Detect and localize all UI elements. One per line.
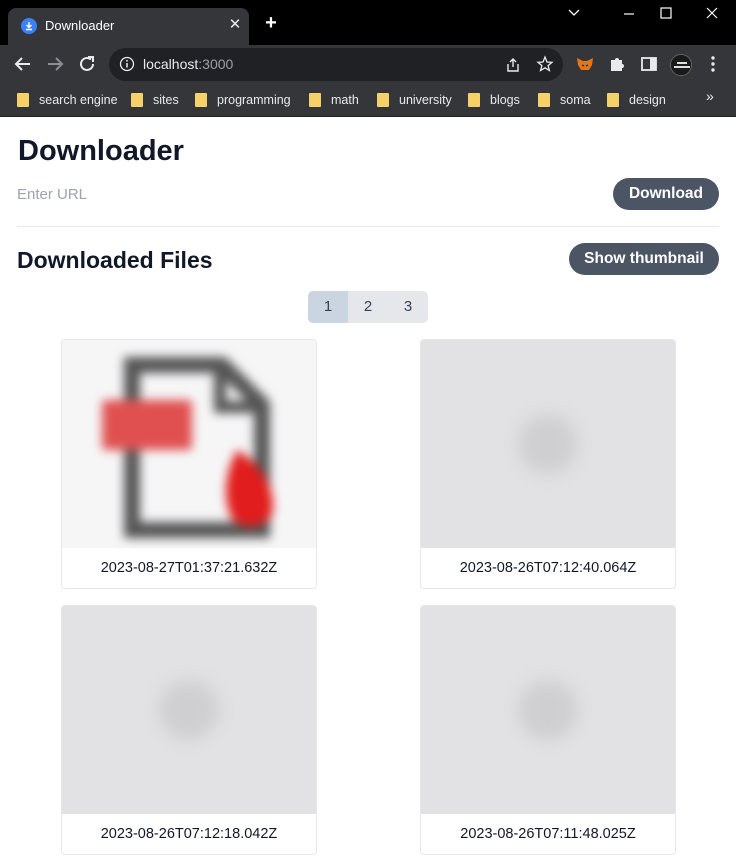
back-arrow-icon[interactable] bbox=[12, 53, 34, 75]
bookmark-folder-search-engine[interactable]: search engine bbox=[17, 91, 118, 109]
bookmark-star-icon[interactable] bbox=[536, 55, 554, 78]
tab-title: Downloader bbox=[45, 18, 115, 33]
bookmark-folder-math[interactable]: math bbox=[309, 91, 359, 109]
bookmark-folder-design[interactable]: design bbox=[607, 91, 666, 109]
bookmark-folder-programming[interactable]: programming bbox=[195, 91, 291, 109]
download-favicon-icon bbox=[21, 18, 37, 34]
reload-icon[interactable] bbox=[76, 53, 98, 75]
page-title: Downloader bbox=[18, 135, 184, 167]
bookmark-label: search engine bbox=[39, 93, 118, 107]
bookmark-label: university bbox=[399, 93, 452, 107]
bookmark-label: sites bbox=[153, 93, 179, 107]
download-button[interactable]: Download bbox=[613, 178, 719, 210]
page-button-1[interactable]: 1 bbox=[308, 291, 348, 323]
placeholder-image-icon bbox=[62, 606, 316, 814]
site-info-icon[interactable] bbox=[119, 56, 135, 77]
section-title: Downloaded Files bbox=[17, 247, 213, 273]
folder-icon bbox=[468, 93, 480, 107]
new-tab-button[interactable]: + bbox=[262, 13, 280, 33]
file-timestamp: 2023-08-27T01:37:21.632Z bbox=[100, 560, 278, 576]
file-card[interactable]: 2023-08-27T01:37:21.632Z bbox=[61, 339, 317, 589]
show-thumbnail-button[interactable]: Show thumbnail bbox=[569, 243, 719, 275]
page-button-3[interactable]: 3 bbox=[388, 291, 428, 323]
bookmark-label: programming bbox=[217, 93, 291, 107]
tab-search-chevron-icon[interactable] bbox=[563, 6, 585, 26]
placeholder-image-icon bbox=[421, 606, 675, 814]
browser-titlebar: Downloader ✕ + bbox=[0, 0, 736, 45]
file-timestamp: 2023-08-26T07:12:40.064Z bbox=[459, 560, 637, 576]
folder-icon bbox=[195, 93, 207, 107]
tab-close-icon[interactable]: ✕ bbox=[226, 16, 244, 34]
bookmarks-bar: search engine sites programming math uni… bbox=[0, 83, 736, 117]
file-card[interactable]: 2023-08-26T07:12:18.042Z bbox=[61, 605, 317, 855]
folder-icon bbox=[131, 93, 143, 107]
maximize-icon[interactable] bbox=[655, 6, 677, 26]
folder-icon bbox=[17, 93, 29, 107]
folder-icon bbox=[309, 93, 321, 107]
pagination: 1 2 3 bbox=[308, 291, 428, 323]
share-icon[interactable] bbox=[504, 56, 522, 79]
forward-arrow-icon[interactable] bbox=[44, 53, 66, 75]
pdf-file-icon bbox=[62, 340, 316, 548]
address-bar[interactable]: localhost:3000 bbox=[109, 48, 563, 81]
minimize-icon[interactable] bbox=[618, 6, 640, 26]
bookmark-folder-university[interactable]: university bbox=[377, 91, 452, 109]
bookmark-folder-blogs[interactable]: blogs bbox=[468, 91, 520, 109]
bookmark-label: blogs bbox=[490, 93, 520, 107]
folder-icon bbox=[377, 93, 389, 107]
metamask-fox-icon[interactable] bbox=[574, 53, 596, 75]
browser-toolbar: localhost:3000 bbox=[0, 45, 736, 83]
bookmark-folder-soma[interactable]: soma bbox=[538, 91, 591, 109]
file-card[interactable]: 2023-08-26T07:11:48.025Z bbox=[420, 605, 676, 855]
extensions-puzzle-icon[interactable] bbox=[606, 53, 628, 75]
url-text: localhost:3000 bbox=[143, 56, 234, 72]
file-timestamp: 2023-08-26T07:12:18.042Z bbox=[100, 826, 278, 842]
url-input[interactable] bbox=[17, 182, 577, 206]
more-bookmarks-chevron-icon[interactable]: » bbox=[706, 88, 714, 104]
file-timestamp: 2023-08-26T07:11:48.025Z bbox=[460, 826, 636, 842]
profile-avatar[interactable] bbox=[670, 54, 692, 76]
file-card[interactable]: 2023-08-26T07:12:40.064Z bbox=[420, 339, 676, 589]
close-window-icon[interactable] bbox=[701, 6, 723, 26]
page-content: Downloader Download Downloaded Files Sho… bbox=[0, 118, 736, 868]
folder-icon bbox=[538, 93, 550, 107]
side-panel-icon[interactable] bbox=[638, 53, 660, 75]
browser-menu-icon[interactable] bbox=[702, 53, 724, 75]
browser-tab-downloader[interactable]: Downloader ✕ bbox=[8, 8, 249, 45]
bookmark-folder-sites[interactable]: sites bbox=[131, 91, 179, 109]
bookmark-label: soma bbox=[560, 93, 591, 107]
divider bbox=[17, 226, 719, 227]
folder-icon bbox=[607, 93, 619, 107]
bookmark-label: design bbox=[629, 93, 666, 107]
placeholder-image-icon bbox=[421, 340, 675, 548]
bookmark-label: math bbox=[331, 93, 359, 107]
page-button-2[interactable]: 2 bbox=[348, 291, 388, 323]
